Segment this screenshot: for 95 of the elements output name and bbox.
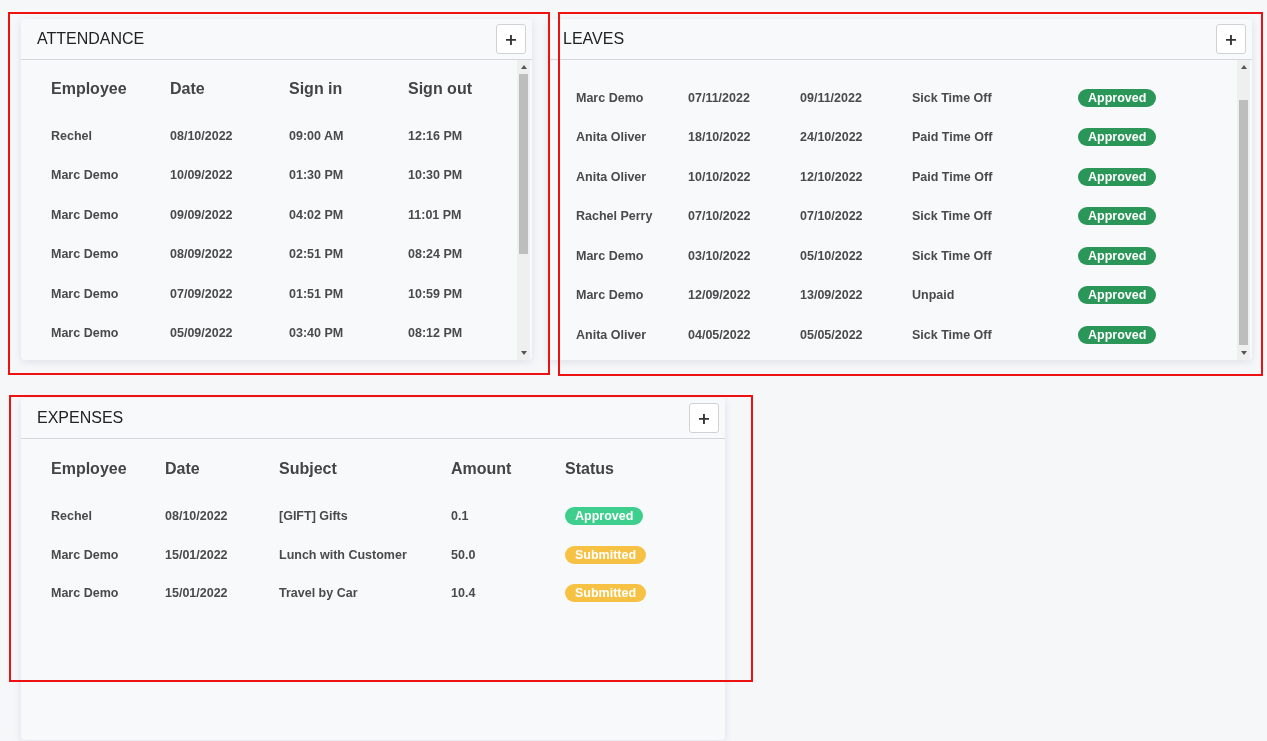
table-cell-text: 05/05/2022 <box>800 327 864 342</box>
column-header: Date <box>165 460 201 478</box>
table-cell-text: 0.1 <box>451 509 470 524</box>
table-cell-text: Travel by Car <box>279 586 359 601</box>
table-cell-text: Rechel <box>51 128 93 143</box>
column-header: Sign in <box>289 79 344 98</box>
status-badge: Approved <box>1078 88 1157 107</box>
column-header: Employee <box>51 79 128 98</box>
scrollbar[interactable] <box>1237 60 1250 360</box>
table-cell-text: 10:30 PM <box>408 168 464 183</box>
table-cell-text: 24/10/2022 <box>800 130 864 145</box>
table-cell-text: Sick Time Off <box>912 327 993 342</box>
table-cell-text: Marc Demo <box>576 288 645 303</box>
status-badge: Approved <box>1078 167 1157 186</box>
table-cell-text: 02:51 PM <box>289 247 345 262</box>
table-cell-text: 03:40 PM <box>289 326 345 341</box>
status-badge: Approved <box>1078 325 1157 344</box>
table-cell-text: 07/10/2022 <box>688 209 752 224</box>
table-cell-text: 08:12 PM <box>408 326 464 341</box>
table-cell-text: Marc Demo <box>51 286 120 301</box>
table-cell-text: 10/09/2022 <box>170 168 234 183</box>
table-cell-text: 11:01 PM <box>408 207 463 222</box>
add-button[interactable]: + <box>496 24 526 54</box>
table-cell-text: Sick Time Off <box>912 209 993 224</box>
table-cell-text: 13/09/2022 <box>800 288 864 303</box>
table-cell-text: 05/09/2022 <box>170 326 234 341</box>
table-cell-text: 09/11/2022 <box>800 90 863 105</box>
table-cell-text: Sick Time Off <box>912 248 993 263</box>
scrollbar[interactable] <box>517 60 530 360</box>
table-cell-text: Anita Oliver <box>576 130 648 145</box>
table-cell-text: Marc Demo <box>51 586 120 601</box>
table-cell-text: 08/10/2022 <box>165 509 229 524</box>
table-cell-text: 01:30 PM <box>289 168 345 183</box>
card-title: LEAVES <box>563 30 625 48</box>
table-cell-text: 07/10/2022 <box>800 209 864 224</box>
table-cell-text: Marc Demo <box>576 90 645 105</box>
table-cell-text: 09:00 AM <box>289 128 345 143</box>
table-cell-text: Marc Demo <box>51 326 120 341</box>
column-header: Sign out <box>408 79 473 98</box>
table-cell-text: Marc Demo <box>51 168 120 183</box>
status-badge: Submitted <box>565 584 647 603</box>
table-cell-text: 08:24 PM <box>408 247 464 262</box>
table-cell-text: Marc Demo <box>51 207 120 222</box>
table-cell-text: Rachel Perry <box>576 209 654 224</box>
table-cell-text: 09/09/2022 <box>170 207 234 222</box>
add-button[interactable]: + <box>689 403 719 433</box>
column-header: Status <box>565 460 615 478</box>
scroll-down-icon[interactable] <box>1240 351 1247 355</box>
column-header: Date <box>170 79 206 98</box>
table-cell-text: [GIFT] Gifts <box>279 509 349 524</box>
table-cell-text: 07/11/2022 <box>688 90 751 105</box>
status-badge: Approved <box>1078 128 1157 147</box>
table-cell-text: 10/10/2022 <box>688 169 752 184</box>
table-cell-text: 03/10/2022 <box>688 248 752 263</box>
table-cell-text: Sick Time Off <box>912 90 993 105</box>
table-cell-text: 12:16 PM <box>408 128 464 143</box>
table-cell-text: 12/10/2022 <box>800 169 864 184</box>
column-header: Subject <box>279 460 338 478</box>
add-button[interactable]: + <box>1216 24 1246 54</box>
table-cell-text: 15/01/2022 <box>165 547 229 562</box>
table-cell-text: Marc Demo <box>51 247 120 262</box>
table-cell-text: 18/10/2022 <box>688 130 752 145</box>
table-cell-text: 07/09/2022 <box>170 286 234 301</box>
table-cell-text: 10:59 PM <box>408 286 464 301</box>
table-cell-text: 08/10/2022 <box>170 128 234 143</box>
scroll-up-icon[interactable] <box>1240 65 1247 69</box>
status-badge: Approved <box>1078 246 1157 265</box>
status-badge: Approved <box>1078 286 1157 305</box>
table-cell-text: 10.4 <box>451 586 477 601</box>
table-cell-text: 15/01/2022 <box>165 586 229 601</box>
table-cell-text: Unpaid <box>912 288 956 303</box>
table-cell-text: Paid Time Off <box>912 169 994 184</box>
table-cell-text: 12/09/2022 <box>688 288 752 303</box>
table-cell-text: Lunch with Customer <box>279 547 408 562</box>
scroll-up-icon[interactable] <box>520 65 527 69</box>
column-header: Employee <box>51 460 128 478</box>
table-cell-text: 04:02 PM <box>289 207 345 222</box>
status-badge: Approved <box>565 507 644 526</box>
table-cell-text: 05/10/2022 <box>800 248 864 263</box>
table-cell-text: Rechel <box>51 509 93 524</box>
column-header: Amount <box>451 460 513 478</box>
status-badge: Submitted <box>565 545 647 564</box>
table-cell-text: Anita Oliver <box>576 327 648 342</box>
card-title: ATTENDANCE <box>37 30 145 48</box>
table-cell-text: 01:51 PM <box>289 286 345 301</box>
status-badge: Approved <box>1078 207 1157 226</box>
table-cell-text: Paid Time Off <box>912 130 994 145</box>
table-cell-text: Marc Demo <box>576 248 645 263</box>
scroll-down-icon[interactable] <box>520 351 527 355</box>
card-title: EXPENSES <box>37 409 124 427</box>
table-cell-text: 08/09/2022 <box>170 247 234 262</box>
table-cell-text: 04/05/2022 <box>688 327 752 342</box>
table-cell-text: Anita Oliver <box>576 169 648 184</box>
table-cell-text: Marc Demo <box>51 547 120 562</box>
table-cell-text: 50.0 <box>451 547 477 562</box>
